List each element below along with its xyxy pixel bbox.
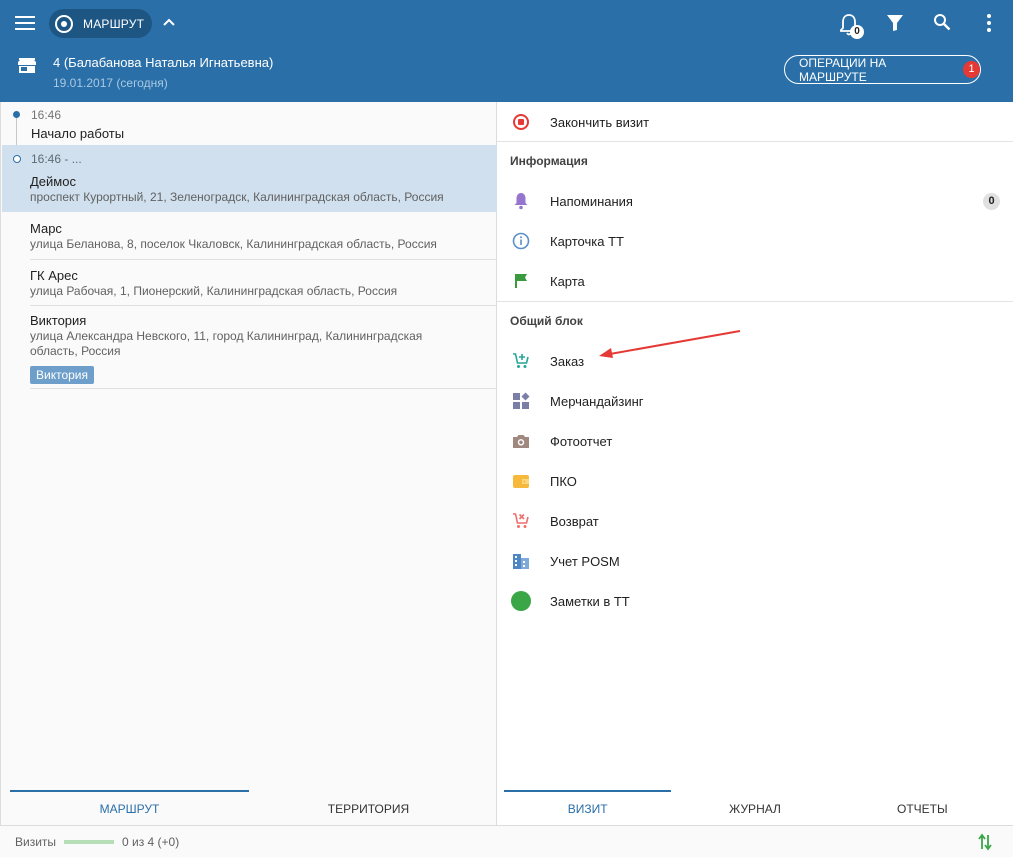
reminders-item[interactable]: Напоминания 0 [497, 181, 1013, 221]
tab-territory[interactable]: ТЕРРИТОРИЯ [249, 790, 488, 825]
building-icon [511, 551, 531, 571]
wallet-icon [511, 471, 531, 491]
visit-time: 16:46 - ... [31, 152, 82, 166]
sync-arrows-icon[interactable] [978, 833, 992, 851]
route-item-address-line2: область, Россия [30, 344, 121, 358]
route-item-tag: Виктория [30, 366, 95, 384]
tt-card-label: Карточка ТТ [550, 233, 624, 249]
route-operations-label: ОПЕРАЦИИ НА МАРШРУТЕ [799, 55, 887, 84]
tab-reports[interactable]: ОТЧЕТЫ [839, 790, 1006, 825]
route-item-title: Виктория [30, 313, 87, 328]
visits-count: 0 из 4 (+0) [122, 835, 180, 849]
pko-label: ПКО [550, 473, 577, 489]
route-item-title: Марс [30, 221, 62, 236]
flag-icon [511, 271, 531, 291]
start-time: 16:46 [31, 108, 62, 122]
route-operations-button[interactable]: ОПЕРАЦИИ НА МАРШРУТЕ 1 [784, 55, 981, 84]
section-common-label: Общий блок [510, 314, 583, 328]
reminders-count-badge: 0 [983, 192, 1000, 210]
pko-item[interactable]: ПКО [497, 461, 1013, 501]
store-icon [18, 58, 36, 73]
right-tabs: ВИЗИТ ЖУРНАЛ ОТЧЕТЫ [504, 790, 1006, 825]
route-chip[interactable]: МАРШРУТ [49, 9, 152, 38]
route-item-selected[interactable]: 16:46 - ... Деймос проспект Курортный, 2… [2, 145, 497, 212]
left-tabs: МАРШРУТ ТЕРРИТОРИЯ [10, 790, 488, 825]
route-item-address: проспект Курортный, 21, Зеленоградск, Ка… [30, 190, 444, 204]
route-operations-badge: 1 [963, 61, 980, 78]
stop-circle-icon [511, 112, 531, 132]
visit-pane: Закончить визит Информация Напоминания 0… [497, 102, 1013, 825]
more-vert-icon[interactable] [987, 14, 991, 32]
filter-icon[interactable] [886, 14, 904, 32]
start-title[interactable]: Начало работы [31, 126, 124, 141]
finish-visit-label: Закончить визит [550, 114, 650, 130]
chevron-up-icon[interactable] [163, 17, 175, 27]
tab-visit[interactable]: ВИЗИТ [504, 790, 672, 825]
dashboard-icon [511, 391, 531, 411]
client-date: 19.01.2017 (сегодня) [53, 76, 168, 90]
route-item-title: Деймос [30, 174, 76, 189]
reminders-label: Напоминания [550, 193, 633, 209]
timeline-dot-done [13, 111, 20, 118]
return-label: Возврат [550, 513, 599, 529]
bell-icon [511, 191, 531, 211]
divider [497, 141, 1013, 142]
tt-card-item[interactable]: Карточка ТТ [497, 221, 1013, 261]
divider [497, 301, 1013, 302]
map-item[interactable]: Карта [497, 261, 1013, 301]
camera-icon [511, 431, 531, 451]
app-header: МАРШРУТ 0 4 (Балабанова Наталья Игнатьев… [0, 0, 1013, 102]
merchandising-item[interactable]: Мерчандайзинг [497, 381, 1013, 421]
route-item-address: улица Рабочая, 1, Пионерский, Калинингра… [30, 284, 398, 298]
order-item[interactable]: Заказ [497, 341, 1013, 381]
timeline-dot-current [13, 155, 21, 163]
tab-journal[interactable]: ЖУРНАЛ [671, 790, 838, 825]
route-chip-label: МАРШРУТ [83, 16, 145, 31]
route-item-title: ГК Арес [30, 268, 78, 283]
notification-count-badge: 0 [850, 25, 864, 39]
finish-visit-item[interactable]: Закончить визит [497, 102, 1013, 142]
route-item-address-line1: улица Александра Невского, 11, город Кал… [30, 329, 423, 343]
add-cart-icon [511, 351, 531, 371]
notes-label: Заметки в ТТ [550, 593, 630, 609]
tab-route[interactable]: МАРШРУТ [10, 790, 249, 825]
section-info-label: Информация [510, 154, 588, 168]
remove-cart-icon [511, 511, 531, 531]
search-icon[interactable] [933, 13, 951, 31]
merchandising-label: Мерчандайзинг [550, 393, 644, 409]
map-label: Карта [550, 273, 585, 289]
route-item[interactable]: Марс улица Беланова, 8, поселок Чкаловск… [30, 220, 497, 260]
green-circle-icon [511, 591, 531, 611]
route-pane: 16:46 Начало работы 16:46 - ... Деймос п… [0, 102, 497, 825]
route-item-address: улица Беланова, 8, поселок Чкаловск, Кал… [30, 237, 437, 251]
order-label: Заказ [550, 353, 585, 369]
photo-report-item[interactable]: Фотоотчет [497, 421, 1013, 461]
visits-progress-bar [64, 840, 114, 844]
posm-item[interactable]: Учет POSM [497, 541, 1013, 581]
photo-report-label: Фотоотчет [550, 433, 613, 449]
posm-label: Учет POSM [550, 553, 620, 569]
info-icon [511, 231, 531, 251]
visits-label: Визиты [15, 835, 57, 849]
notes-item[interactable]: Заметки в ТТ [497, 581, 1013, 621]
route-item[interactable]: ГК Арес улица Рабочая, 1, Пионерский, Ка… [30, 267, 497, 306]
menu-icon[interactable] [15, 16, 35, 30]
status-footer: Визиты 0 из 4 (+0) [0, 825, 1013, 857]
route-item[interactable]: Виктория улица Александра Невского, 11, … [30, 312, 497, 389]
record-icon [55, 14, 73, 33]
client-name: 4 (Балабанова Наталья Игнатьевна) [53, 55, 274, 70]
return-item[interactable]: Возврат [497, 501, 1013, 541]
